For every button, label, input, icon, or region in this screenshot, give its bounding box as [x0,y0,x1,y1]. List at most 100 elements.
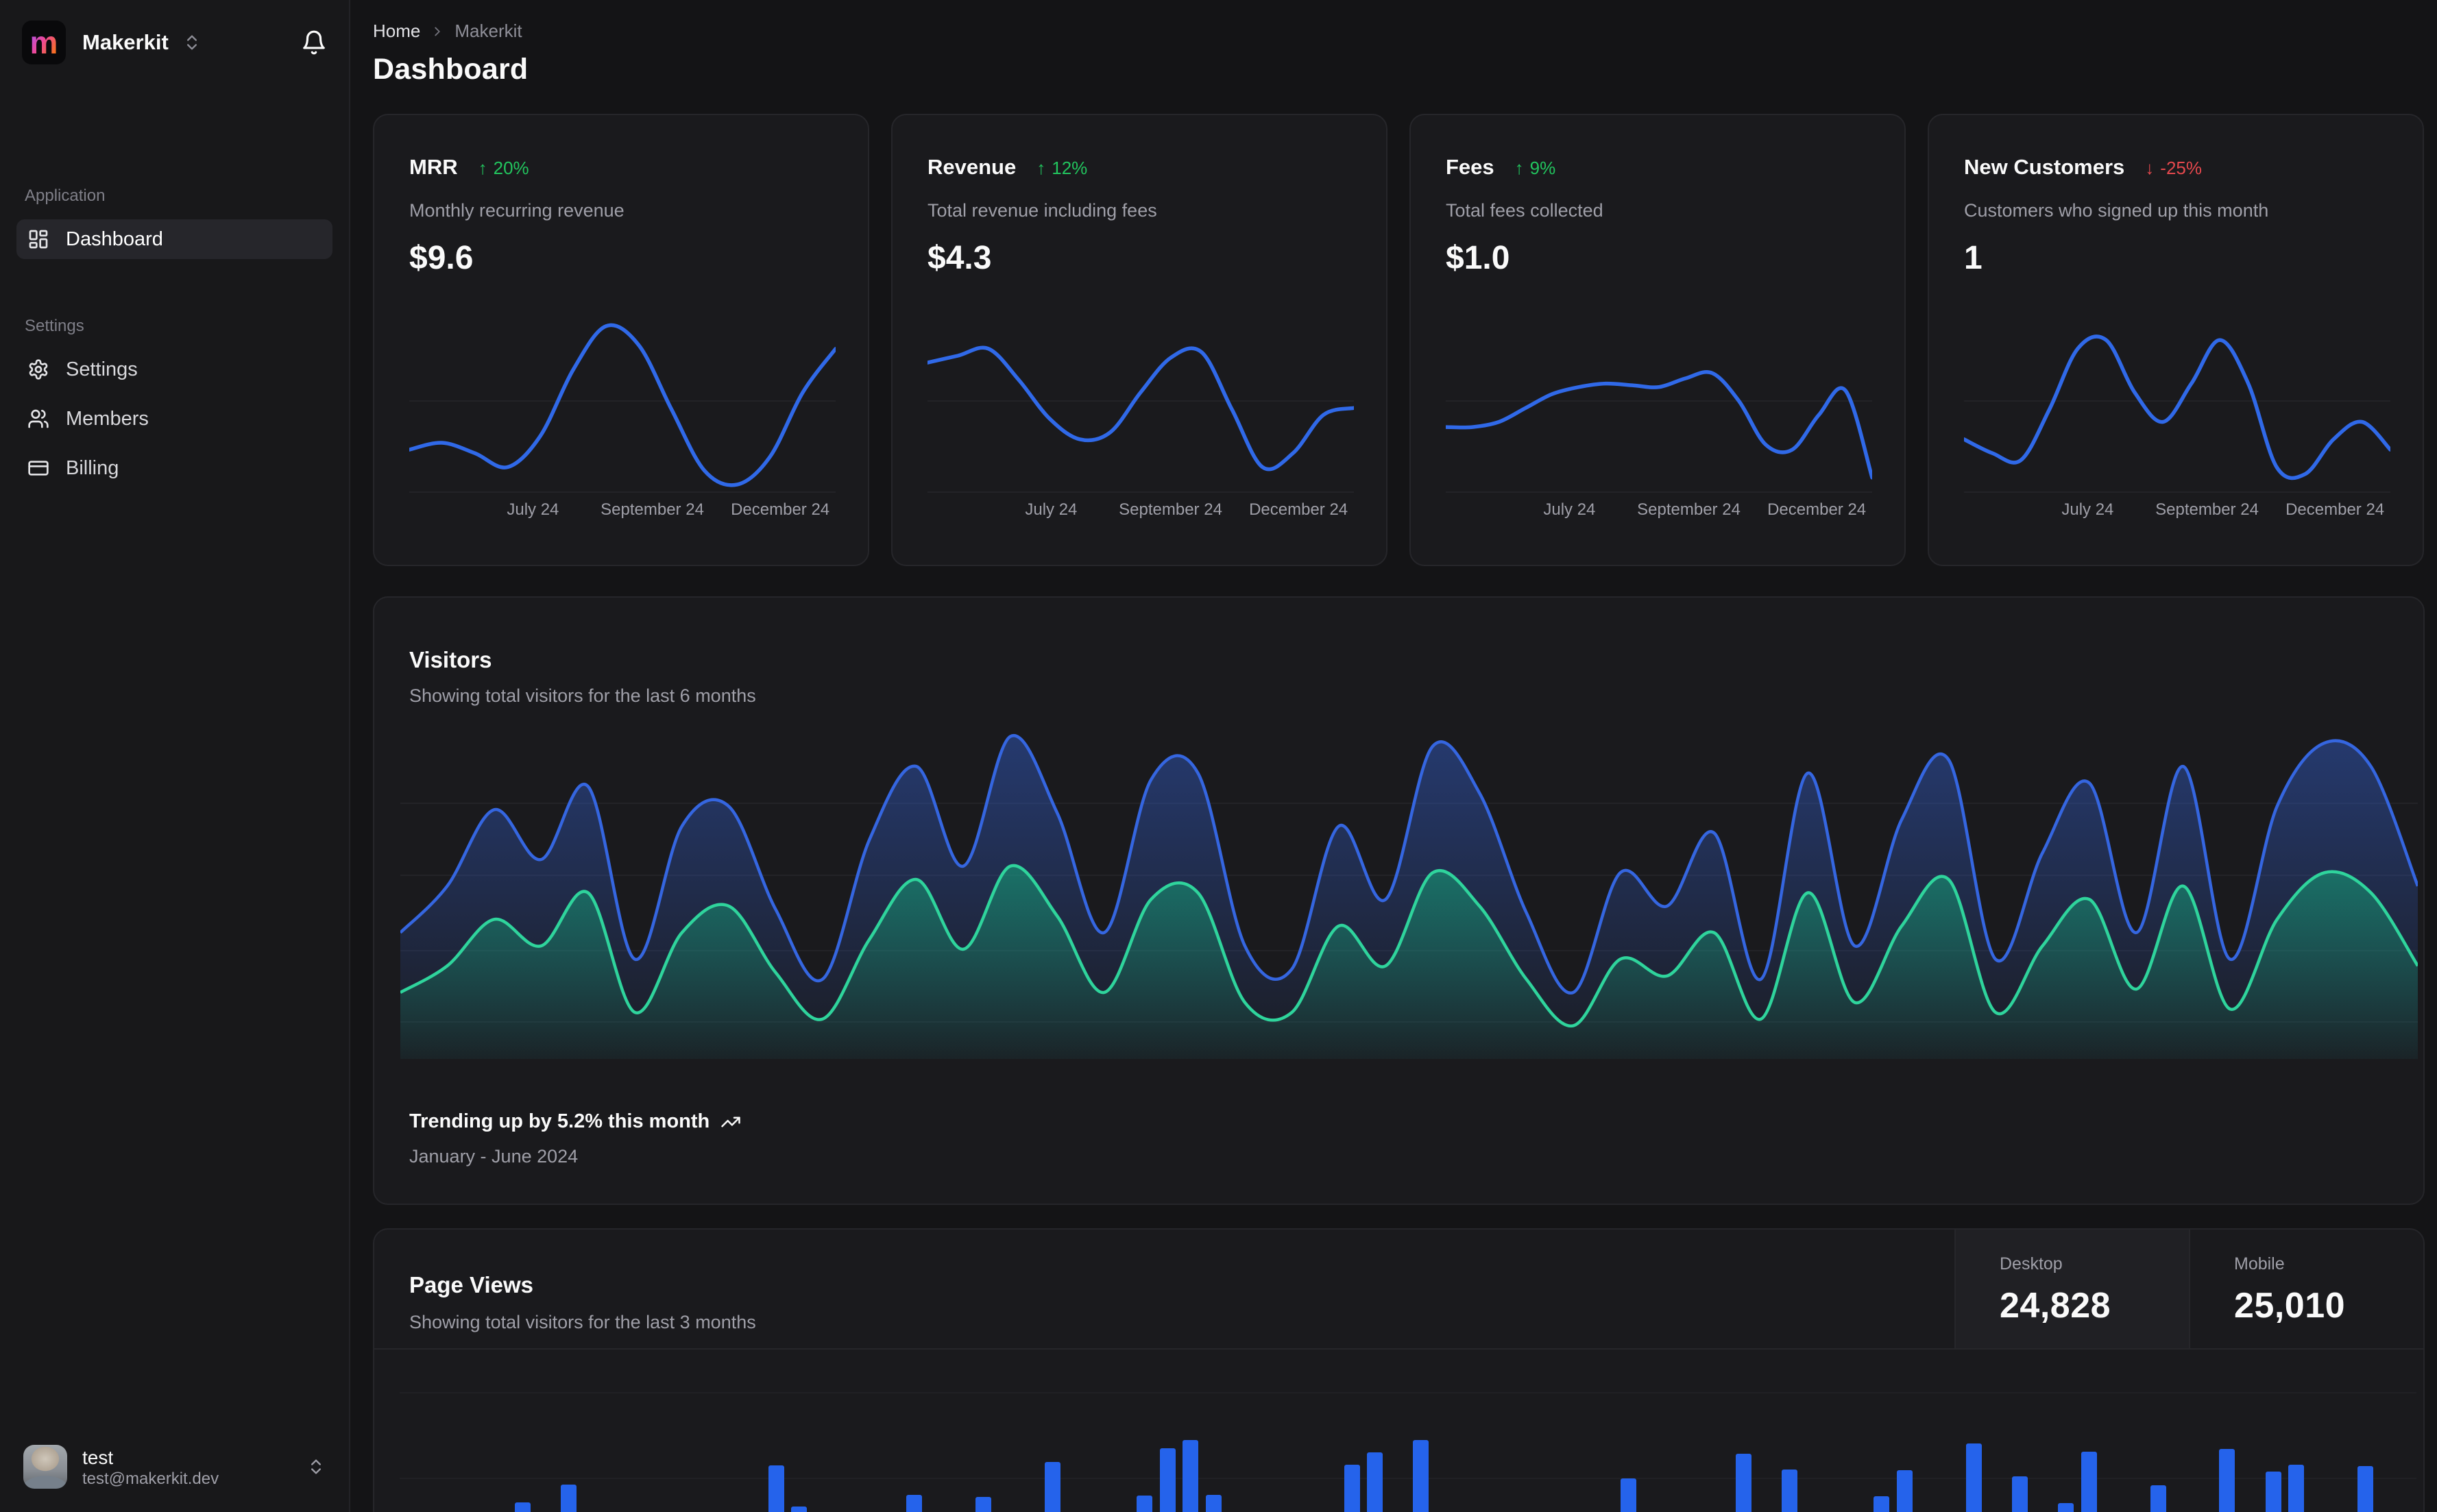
bar [1897,1470,1913,1512]
stat-card-new-customers: New Customers ↓ -25% Customers who signed… [1928,114,2424,566]
dashboard-icon [27,228,49,250]
arrow-up-icon: ↑ [1514,158,1524,178]
trend-badge: ↑ 9% [1514,158,1556,178]
revenue-sparkline-chart [927,308,1354,493]
breadcrumb: Home Makerkit [373,21,2427,42]
stat-card-fees: Fees ↑ 9% Total fees collected $1.0 July … [1409,114,1906,566]
bar [1874,1496,1890,1512]
chevrons-up-down-icon [306,1457,326,1476]
sidebar-item-label: Dashboard [66,228,163,250]
stat-card-revenue: Revenue ↑ 12% Total revenue including fee… [891,114,1387,566]
sidebar-item-settings[interactable]: Settings [16,350,332,389]
sidebar-section-application: Application Dashboard [16,186,332,269]
visitors-date-range: January - June 2024 [409,1146,579,1167]
bar [2357,1466,2373,1512]
page-views-series-tabs: Desktop 24,828 Mobile 25,010 [1954,1230,2423,1348]
page-title: Dashboard [373,53,529,86]
x-axis-labels: July 24 September 24 December 24 [2061,500,2385,519]
stat-title: MRR [409,155,458,179]
user-info: test test@makerkit.dev [82,1446,219,1489]
page-views-card: Page Views Showing total visitors for th… [373,1228,2425,1512]
bar [791,1507,808,1512]
stat-title: Fees [1446,155,1494,179]
stats-row: MRR ↑ 20% Monthly recurring revenue $9.6 … [373,114,2427,566]
bar [561,1485,577,1512]
sidebar-item-billing[interactable]: Billing [16,448,332,488]
makerkit-logo: m [22,21,66,64]
page-views-subtitle: Showing total visitors for the last 3 mo… [409,1312,756,1332]
logo-letter: m [29,25,58,60]
sidebar-item-label: Members [66,407,149,430]
stat-title: Revenue [927,155,1017,179]
notifications-bell-icon[interactable] [301,29,327,56]
user-name: test [82,1446,114,1468]
bar [1965,1443,1982,1512]
trending-up-icon [720,1112,741,1132]
arrow-down-icon: ↓ [2145,158,2155,178]
stat-title: New Customers [1964,155,2125,179]
bar [1183,1440,1199,1512]
bar [2288,1465,2305,1512]
user-avatar [23,1445,67,1489]
tab-value: 24,828 [2000,1286,2111,1326]
mrr-sparkline-chart [409,308,836,493]
breadcrumb-current: Makerkit [454,21,522,41]
bar [2012,1476,2028,1512]
bar [2219,1449,2235,1512]
x-axis-labels: July 24 September 24 December 24 [1025,500,1348,519]
user-menu[interactable]: test test@makerkit.dev [16,1441,332,1493]
section-label: Settings [25,317,84,335]
new-customers-sparkline-chart [1964,308,2390,493]
bar [1137,1496,1153,1512]
section-label: Application [25,186,106,205]
sidebar-section-settings: Settings Settings Members Billing [16,317,332,498]
bar [1735,1454,1751,1512]
tab-desktop[interactable]: Desktop 24,828 [1954,1230,2189,1348]
credit-card-icon [27,457,49,479]
page-views-bar-chart [400,1367,2416,1512]
x-axis-labels: July 24 September 24 December 24 [1543,500,1867,519]
chevrons-up-down-icon [182,33,202,52]
bar [1413,1440,1429,1512]
trend-badge: ↓ -25% [2145,158,2202,178]
workspace-selector[interactable]: m Makerkit [16,16,332,69]
visitors-title: Visitors [409,647,492,672]
bar [975,1497,991,1512]
bar [1044,1462,1060,1512]
stat-subtitle: Customers who signed up this month [1964,200,2269,221]
page-views-header: Page Views Showing total visitors for th… [374,1230,2423,1350]
x-axis-labels: July 24 September 24 December 24 [507,500,830,519]
bar [2150,1485,2166,1512]
visitors-card: Visitors Showing total visitors for the … [373,596,2425,1205]
app-root: m Makerkit Application Dashboard Setting… [0,0,2437,1512]
workspace-name: Makerkit [82,30,169,54]
fees-sparkline-chart [1446,308,1872,493]
page-views-title: Page Views [409,1272,534,1297]
bar [1367,1452,1383,1512]
bar [515,1502,531,1512]
sidebar: m Makerkit Application Dashboard Setting… [0,0,350,1512]
sidebar-item-dashboard[interactable]: Dashboard [16,219,332,259]
bar [768,1465,784,1512]
tab-mobile[interactable]: Mobile 25,010 [2189,1230,2423,1348]
arrow-up-icon: ↑ [1036,158,1046,178]
stat-value: $9.6 [409,240,474,276]
gridline [400,1392,2416,1393]
stat-value: 1 [1964,240,1983,276]
gear-icon [27,358,49,380]
chevron-right-icon [430,24,445,39]
stat-value: $4.3 [927,240,992,276]
tab-label: Desktop [2000,1254,2063,1273]
stat-subtitle: Total fees collected [1446,200,1603,221]
main-content: Home Makerkit Dashboard MRR ↑ 20% Monthly… [350,0,2437,1512]
arrow-up-icon: ↑ [478,158,487,178]
trend-badge: ↑ 20% [478,158,529,178]
bar [2081,1452,2097,1512]
visitors-area-chart [400,716,2418,1059]
breadcrumb-home-link[interactable]: Home [373,21,420,42]
visitors-subtitle: Showing total visitors for the last 6 mo… [409,685,756,706]
sidebar-item-members[interactable]: Members [16,399,332,439]
sidebar-item-label: Settings [66,358,138,380]
bar [1344,1465,1360,1512]
tab-value: 25,010 [2234,1286,2346,1326]
